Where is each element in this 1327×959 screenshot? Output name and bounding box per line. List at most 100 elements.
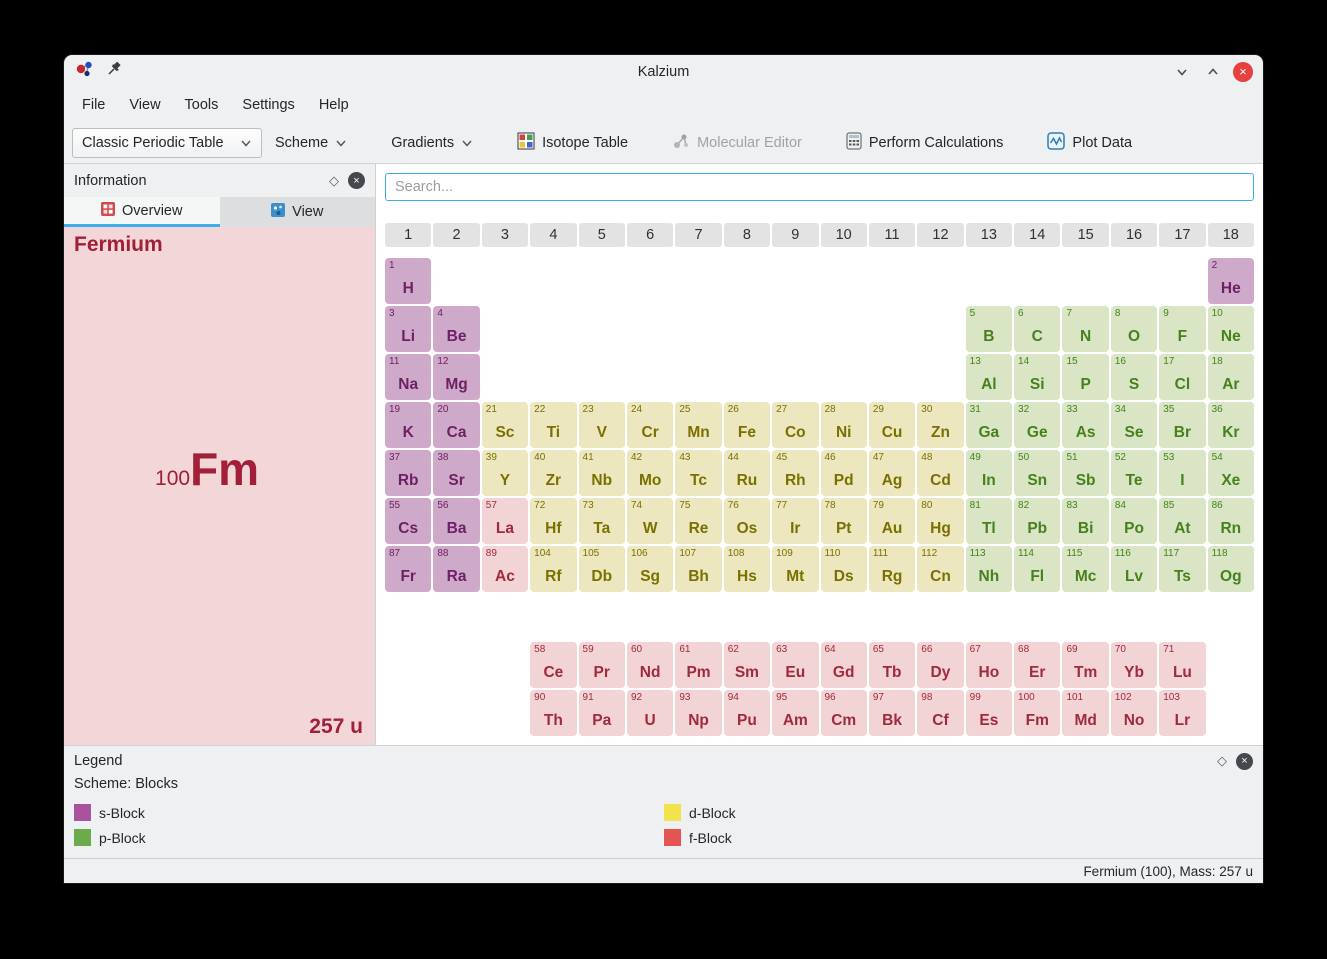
element-cell-ce[interactable]: 58Ce — [530, 642, 576, 688]
element-cell-si[interactable]: 14Si — [1014, 354, 1060, 400]
element-cell-ir[interactable]: 77Ir — [772, 498, 818, 544]
element-cell-ar[interactable]: 18Ar — [1208, 354, 1254, 400]
element-cell-cr[interactable]: 24Cr — [627, 402, 673, 448]
float-panel-icon[interactable]: ◇ — [329, 173, 339, 189]
scheme-button[interactable]: Scheme — [266, 129, 356, 157]
element-cell-nb[interactable]: 41Nb — [579, 450, 625, 496]
element-cell-hs[interactable]: 108Hs — [724, 546, 770, 592]
menu-item-settings[interactable]: Settings — [230, 90, 306, 120]
element-cell-ac[interactable]: 89Ac — [482, 546, 528, 592]
element-cell-xe[interactable]: 54Xe — [1208, 450, 1254, 496]
menu-item-tools[interactable]: Tools — [173, 90, 231, 120]
element-cell-b[interactable]: 5B — [966, 306, 1012, 352]
element-cell-u[interactable]: 92U — [627, 690, 673, 736]
element-cell-sc[interactable]: 21Sc — [482, 402, 528, 448]
element-cell-md[interactable]: 101Md — [1062, 690, 1108, 736]
element-cell-tb[interactable]: 65Tb — [869, 642, 915, 688]
menu-item-file[interactable]: File — [70, 90, 117, 120]
element-cell-cf[interactable]: 98Cf — [917, 690, 963, 736]
element-cell-kr[interactable]: 36Kr — [1208, 402, 1254, 448]
maximize-button[interactable] — [1202, 61, 1224, 83]
element-cell-al[interactable]: 13Al — [966, 354, 1012, 400]
float-panel-icon[interactable]: ◇ — [1217, 753, 1227, 769]
pin-icon[interactable] — [106, 61, 122, 82]
plot-data-button[interactable]: Plot Data — [1038, 126, 1141, 160]
element-cell-at[interactable]: 85At — [1159, 498, 1205, 544]
element-cell-dy[interactable]: 66Dy — [917, 642, 963, 688]
perform-calculations-button[interactable]: Perform Calculations — [837, 126, 1013, 160]
element-cell-sr[interactable]: 38Sr — [433, 450, 479, 496]
element-cell-pa[interactable]: 91Pa — [579, 690, 625, 736]
element-cell-th[interactable]: 90Th — [530, 690, 576, 736]
element-cell-pu[interactable]: 94Pu — [724, 690, 770, 736]
element-cell-gd[interactable]: 64Gd — [821, 642, 867, 688]
element-cell-sm[interactable]: 62Sm — [724, 642, 770, 688]
element-cell-i[interactable]: 53I — [1159, 450, 1205, 496]
element-cell-lr[interactable]: 103Lr — [1159, 690, 1205, 736]
element-cell-ta[interactable]: 73Ta — [579, 498, 625, 544]
element-cell-cd[interactable]: 48Cd — [917, 450, 963, 496]
minimize-button[interactable] — [1171, 61, 1193, 83]
element-cell-rf[interactable]: 104Rf — [530, 546, 576, 592]
element-cell-sn[interactable]: 50Sn — [1014, 450, 1060, 496]
table-type-select[interactable]: Classic Periodic Table — [72, 128, 262, 158]
element-cell-y[interactable]: 39Y — [482, 450, 528, 496]
element-cell-pr[interactable]: 59Pr — [579, 642, 625, 688]
element-cell-ni[interactable]: 28Ni — [821, 402, 867, 448]
element-cell-v[interactable]: 23V — [579, 402, 625, 448]
element-cell-te[interactable]: 52Te — [1111, 450, 1157, 496]
element-cell-cl[interactable]: 17Cl — [1159, 354, 1205, 400]
element-cell-bk[interactable]: 97Bk — [869, 690, 915, 736]
element-cell-w[interactable]: 74W — [627, 498, 673, 544]
element-cell-fm[interactable]: 100Fm — [1014, 690, 1060, 736]
element-cell-ba[interactable]: 56Ba — [433, 498, 479, 544]
element-cell-fl[interactable]: 114Fl — [1014, 546, 1060, 592]
element-cell-as[interactable]: 33As — [1062, 402, 1108, 448]
element-cell-er[interactable]: 68Er — [1014, 642, 1060, 688]
isotope-table-button[interactable]: Isotope Table — [508, 126, 637, 160]
tab-view[interactable]: View — [220, 197, 376, 227]
element-cell-fe[interactable]: 26Fe — [724, 402, 770, 448]
element-cell-mn[interactable]: 25Mn — [675, 402, 721, 448]
element-cell-s[interactable]: 16S — [1111, 354, 1157, 400]
element-cell-cm[interactable]: 96Cm — [821, 690, 867, 736]
element-cell-sg[interactable]: 106Sg — [627, 546, 673, 592]
element-cell-bi[interactable]: 83Bi — [1062, 498, 1108, 544]
element-cell-bh[interactable]: 107Bh — [675, 546, 721, 592]
element-cell-nd[interactable]: 60Nd — [627, 642, 673, 688]
element-cell-ga[interactable]: 31Ga — [966, 402, 1012, 448]
element-cell-zr[interactable]: 40Zr — [530, 450, 576, 496]
element-cell-ne[interactable]: 10Ne — [1208, 306, 1254, 352]
element-cell-o[interactable]: 8O — [1111, 306, 1157, 352]
element-cell-f[interactable]: 9F — [1159, 306, 1205, 352]
element-cell-pd[interactable]: 46Pd — [821, 450, 867, 496]
close-panel-icon[interactable]: × — [1236, 753, 1253, 770]
tab-overview[interactable]: Overview — [64, 197, 220, 227]
element-cell-hf[interactable]: 72Hf — [530, 498, 576, 544]
element-cell-nh[interactable]: 113Nh — [966, 546, 1012, 592]
element-cell-la[interactable]: 57La — [482, 498, 528, 544]
element-cell-na[interactable]: 11Na — [385, 354, 431, 400]
element-cell-mc[interactable]: 115Mc — [1062, 546, 1108, 592]
element-cell-ti[interactable]: 22Ti — [530, 402, 576, 448]
element-cell-yb[interactable]: 70Yb — [1111, 642, 1157, 688]
gradients-button[interactable]: Gradients — [382, 129, 482, 157]
element-cell-np[interactable]: 93Np — [675, 690, 721, 736]
element-cell-tc[interactable]: 43Tc — [675, 450, 721, 496]
element-cell-co[interactable]: 27Co — [772, 402, 818, 448]
element-cell-mg[interactable]: 12Mg — [433, 354, 479, 400]
element-cell-mo[interactable]: 42Mo — [627, 450, 673, 496]
element-cell-cn[interactable]: 112Cn — [917, 546, 963, 592]
element-cell-in[interactable]: 49In — [966, 450, 1012, 496]
element-cell-au[interactable]: 79Au — [869, 498, 915, 544]
element-cell-n[interactable]: 7N — [1062, 306, 1108, 352]
element-cell-k[interactable]: 19K — [385, 402, 431, 448]
element-cell-ds[interactable]: 110Ds — [821, 546, 867, 592]
element-cell-tl[interactable]: 81Tl — [966, 498, 1012, 544]
search-input[interactable] — [385, 173, 1254, 201]
element-cell-am[interactable]: 95Am — [772, 690, 818, 736]
close-panel-icon[interactable]: × — [348, 172, 365, 189]
element-cell-tm[interactable]: 69Tm — [1062, 642, 1108, 688]
element-cell-lu[interactable]: 71Lu — [1159, 642, 1205, 688]
element-cell-be[interactable]: 4Be — [433, 306, 479, 352]
